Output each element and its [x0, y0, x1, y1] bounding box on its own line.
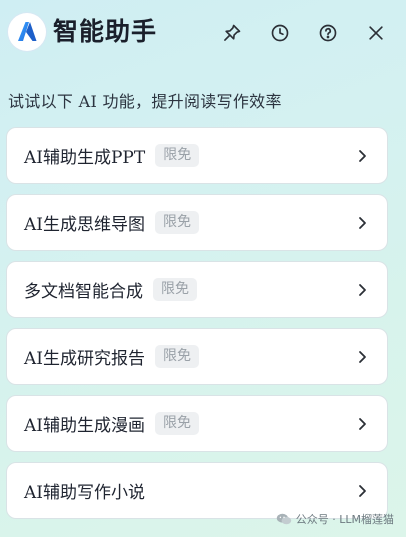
chevron-right-icon [359, 283, 366, 296]
chevron-right-icon [359, 417, 366, 430]
close-button[interactable] [364, 21, 388, 45]
free-badge: 限免 [155, 345, 199, 368]
free-badge: 限免 [155, 412, 199, 435]
app-logo-icon [8, 13, 46, 51]
feature-label: AI辅助生成漫画 [24, 416, 145, 436]
watermark: 公众号 · LLM榴莲猫 [276, 511, 394, 527]
history-button[interactable] [268, 21, 292, 45]
chevron-right-icon [359, 149, 366, 162]
feature-label: AI辅助写作小说 [24, 483, 145, 503]
help-button[interactable] [316, 21, 340, 45]
chevron-right-icon [359, 216, 366, 229]
free-badge: 限免 [155, 211, 199, 234]
close-icon [369, 26, 383, 40]
app-title: 智能助手 [53, 17, 158, 46]
chevron-right-icon [359, 350, 366, 363]
feature-card-research-report[interactable]: AI生成研究报告 限免 [6, 328, 388, 385]
feature-card-comic[interactable]: AI辅助生成漫画 限免 [6, 395, 388, 452]
feature-label: 多文档智能合成 [24, 282, 143, 302]
intro-text: 试试以下 AI 功能，提升阅读写作效率 [8, 92, 282, 111]
free-badge: 限免 [153, 278, 197, 301]
pin-icon [224, 24, 241, 41]
watermark-text: 公众号 · LLM榴莲猫 [295, 513, 394, 526]
free-badge: 限免 [155, 144, 200, 167]
chevron-right-icon [359, 484, 366, 497]
wechat-icon [276, 513, 291, 525]
feature-card-multidoc[interactable]: 多文档智能合成 限免 [6, 261, 388, 318]
help-circle-icon [319, 24, 337, 42]
pin-button[interactable] [220, 21, 244, 45]
feature-label: AI生成研究报告 [24, 349, 145, 369]
feature-card-ppt[interactable]: AI辅助生成PPT 限免 [6, 127, 388, 184]
feature-card-mindmap[interactable]: AI生成思维导图 限免 [6, 194, 388, 251]
clock-icon [271, 24, 289, 42]
panel-header: 智能助手 [0, 0, 406, 66]
feature-label: AI辅助生成PPT [24, 148, 146, 168]
feature-label: AI生成思维导图 [24, 215, 145, 235]
